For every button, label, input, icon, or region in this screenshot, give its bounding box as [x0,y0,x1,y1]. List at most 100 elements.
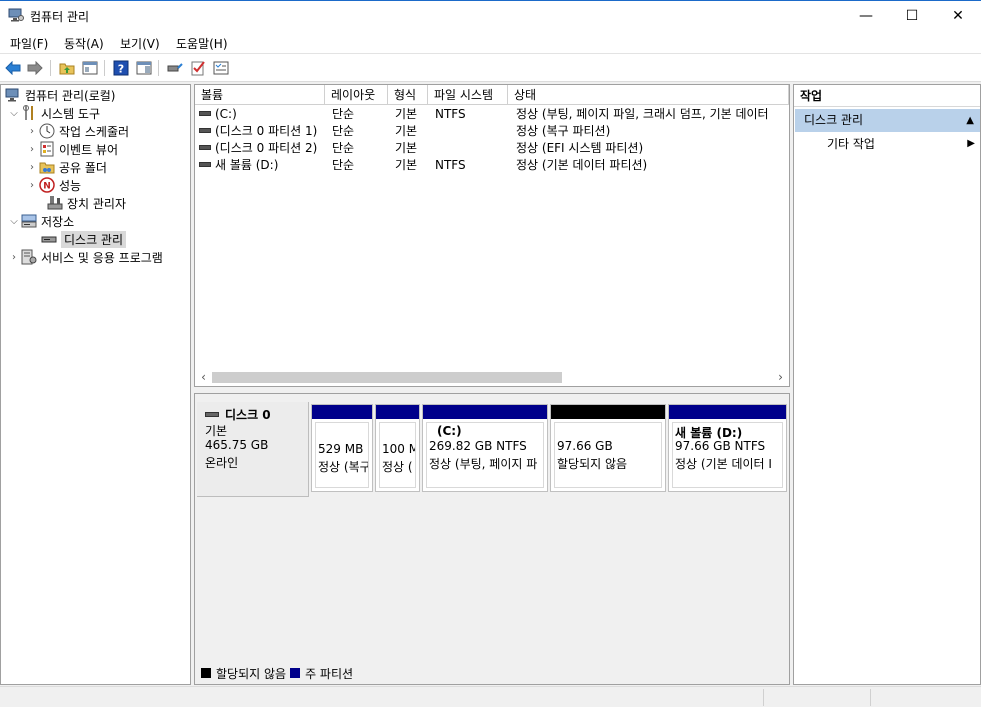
partition-block[interactable]: 529 MB 정상 (복구 [311,404,373,492]
tree-item-label: 이벤트 뷰어 [59,142,119,157]
status-divider [870,689,871,706]
column-header-status[interactable]: 상태 [508,85,789,105]
legend-swatch-unallocated [201,668,211,678]
menu-file[interactable]: 파일(F) [10,35,48,52]
volume-row[interactable]: 새 볼륨 (D:) 단순 기본 NTFS 정상 (기본 데이터 파티션) [195,157,789,174]
disk-icon [205,412,219,417]
chevron-right-icon[interactable]: › [25,162,39,173]
tree-item-computer-management-local[interactable]: 컴퓨터 관리(로컬) [5,86,115,104]
tree-item-task-scheduler[interactable]: › 작업 스케줄러 [25,122,129,140]
partition-block[interactable]: 새 볼륨 (D:) 97.66 GB NTFS 정상 (기본 데이터 I [668,404,787,492]
volume-row[interactable]: (디스크 0 파티션 2) 단순 기본 정상 (EFI 시스템 파티션) [195,140,789,157]
back-icon[interactable] [4,59,22,77]
scroll-right-icon[interactable]: › [772,368,789,386]
close-button[interactable]: ✕ [935,0,981,32]
partition-color-bar [669,405,786,419]
legend-label: 주 파티션 [305,666,354,681]
horizontal-scrollbar[interactable]: ‹ › [195,368,789,386]
disk-type: 기본 [205,424,228,438]
chevron-right-icon[interactable]: › [25,144,39,155]
volume-icon [199,128,211,133]
storage-icon [21,213,37,229]
actions-pane: 작업 디스크 관리 ▲ 기타 작업 ▶ [793,84,981,685]
volume-status: 정상 (부팅, 페이지 파일, 크래시 덤프, 기본 데이터 [516,107,769,121]
partition-size: 529 MB [318,442,364,456]
toolbar: ? [0,54,981,82]
column-header-file-system[interactable]: 파일 시스템 [428,85,508,105]
partition-status: 정상 (기본 데이터 I [675,457,772,471]
actions-section-label: 디스크 관리 [804,113,864,127]
toolbar-separator [104,60,105,76]
svg-text:N: N [43,182,51,192]
navigation-tree: 컴퓨터 관리(로컬) ⌵ 시스템 도구 › 작업 스케줄러 › 이벤트 뷰어 ›… [0,84,191,685]
chevron-right-icon[interactable]: › [7,252,21,263]
scroll-left-icon[interactable]: ‹ [195,368,212,386]
menu-view[interactable]: 보기(V) [120,35,160,52]
column-header-type[interactable]: 형식 [388,85,428,105]
tree-item-disk-management[interactable]: 디스크 관리 [41,230,127,248]
partition-status: 정상 ( [382,460,413,474]
tree-item-label: 서비스 및 응용 프로그램 [41,250,163,265]
partition-color-bar [423,405,547,419]
action-pane-icon[interactable] [135,59,153,77]
help-icon[interactable]: ? [112,59,130,77]
tree-item-device-manager[interactable]: 장치 관리자 [47,194,126,212]
column-header-layout[interactable]: 레이아웃 [325,85,388,105]
partition-block[interactable]: 97.66 GB 할당되지 않음 [550,404,666,492]
volume-file-system: NTFS [435,158,466,172]
legend-swatch-primary [290,668,301,678]
partition-block[interactable]: (C:) 269.82 GB NTFS 정상 (부팅, 페이지 파 [422,404,548,492]
disk-map: 디스크 0 기본 465.75 GB 온라인 529 MB 정상 (복구 100… [194,393,790,685]
maximize-button[interactable]: ☐ [889,0,935,32]
tree-item-label: 장치 관리자 [67,196,127,211]
collapse-up-icon[interactable]: ▲ [966,109,974,132]
volume-row[interactable]: (디스크 0 파티션 1) 단순 기본 정상 (복구 파티션) [195,123,789,140]
volume-name: (디스크 0 파티션 2) [215,141,318,155]
title-accent-line [0,0,981,1]
up-folder-icon[interactable] [58,59,76,77]
partition-block[interactable]: 100 M 정상 ( [375,404,420,492]
scrollbar-thumb[interactable] [212,372,562,383]
tree-item-storage[interactable]: ⌵ 저장소 [7,212,74,230]
event-viewer-icon [39,141,55,157]
volume-file-system: NTFS [435,107,466,121]
volume-type: 기본 [395,124,418,138]
legend: 할당되지 않음 주 파티션 [197,664,353,682]
partition-size: 97.66 GB NTFS [675,439,766,453]
volume-row[interactable]: (C:) 단순 기본 NTFS 정상 (부팅, 페이지 파일, 크래시 덤프, … [195,106,789,123]
disk-size: 465.75 GB [205,438,269,452]
title-bar: 컴퓨터 관리 — ☐ ✕ [0,0,981,32]
chevron-right-icon[interactable]: › [25,126,39,137]
chevron-right-icon[interactable]: › [25,180,39,191]
actions-header: 작업 [794,85,980,107]
volume-icon [199,145,211,150]
volume-type: 기본 [395,107,418,121]
minimize-button[interactable]: — [843,0,889,32]
show-hide-tree-icon[interactable] [81,59,99,77]
window-title: 컴퓨터 관리 [30,10,90,24]
volume-name: 새 볼륨 (D:) [215,158,279,172]
disk-name: 디스크 0 [225,408,271,422]
tree-item-shared-folders[interactable]: › 공유 폴더 [25,158,107,176]
connect-drive-icon[interactable] [166,59,184,77]
clock-icon [39,123,55,139]
tree-item-event-viewer[interactable]: › 이벤트 뷰어 [25,140,118,158]
properties-icon[interactable] [212,59,230,77]
tree-item-system-tools[interactable]: ⌵ 시스템 도구 [7,104,100,122]
actions-section-disk-management[interactable]: 디스크 관리 ▲ [795,109,980,132]
checklist-icon[interactable] [189,59,207,77]
more-actions-item[interactable]: 기타 작업 ▶ [827,135,979,153]
column-header-volume[interactable]: 볼륨 [195,85,325,105]
menu-help[interactable]: 도움말(H) [176,35,228,52]
forward-icon[interactable] [26,59,44,77]
services-icon [21,249,37,265]
disk-info[interactable]: 디스크 0 기본 465.75 GB 온라인 [197,402,309,497]
volume-status: 정상 (EFI 시스템 파티션) [516,141,644,155]
chevron-down-icon[interactable]: ⌵ [7,216,21,227]
tree-item-label: 성능 [59,178,82,193]
volume-name: (디스크 0 파티션 1) [215,124,318,138]
chevron-down-icon[interactable]: ⌵ [7,108,21,119]
tree-item-services-applications[interactable]: › 서비스 및 응용 프로그램 [7,248,163,266]
tree-item-performance[interactable]: › N 성능 [25,176,81,194]
menu-action[interactable]: 동작(A) [64,35,104,52]
